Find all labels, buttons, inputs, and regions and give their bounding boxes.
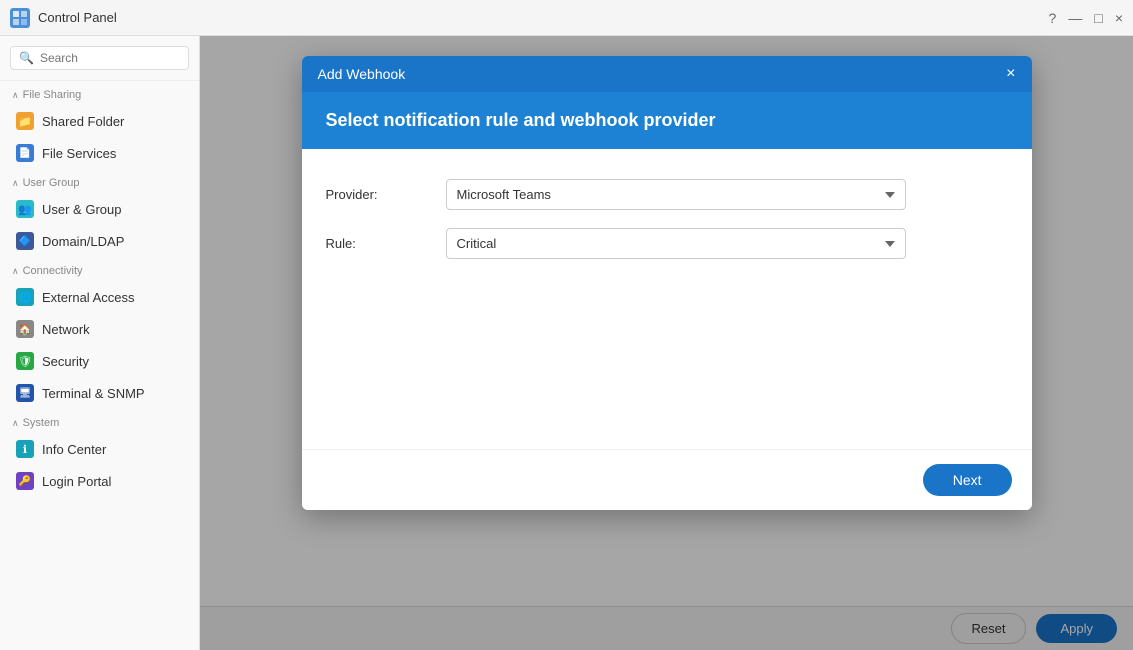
section-label-user-group: User Group (23, 177, 80, 189)
terminal-snmp-icon: 🖥 (16, 384, 34, 402)
login-portal-icon: 🔑 (16, 472, 34, 490)
minimize-button[interactable]: — (1068, 10, 1082, 26)
sidebar-item-network[interactable]: 🏠 Network (0, 313, 199, 345)
info-center-icon: ℹ (16, 440, 34, 458)
titlebar-left: Control Panel (10, 8, 117, 28)
maximize-button[interactable]: □ (1094, 10, 1102, 26)
sidebar-item-external-access[interactable]: 🌐 External Access (0, 281, 199, 313)
sidebar-item-label: User & Group (42, 202, 121, 217)
modal-header: Select notification rule and webhook pro… (302, 92, 1032, 149)
titlebar: Control Panel ? — □ × (0, 0, 1133, 36)
modal-overlay: Add Webhook × Select notification rule a… (200, 36, 1133, 650)
search-input-wrap[interactable]: 🔍 (10, 46, 189, 70)
sidebar-item-security[interactable]: 🛡 Security (0, 345, 199, 377)
provider-select[interactable]: Microsoft Teams Slack Custom (446, 179, 906, 210)
sidebar-item-label: Shared Folder (42, 114, 124, 129)
provider-label: Provider: (326, 187, 446, 202)
help-button[interactable]: ? (1049, 10, 1057, 26)
section-label-file-sharing: File Sharing (23, 89, 82, 101)
rule-select[interactable]: Critical Warning Info All (446, 228, 906, 259)
shared-folder-icon: 📁 (16, 112, 34, 130)
search-icon: 🔍 (19, 51, 34, 65)
app-title: Control Panel (38, 10, 117, 25)
chevron-icon: ∧ (12, 90, 19, 101)
section-header-system[interactable]: ∧ System (0, 409, 199, 433)
modal-footer: Next (302, 449, 1032, 510)
sidebar: 🔍 ∧ File Sharing 📁 Shared Folder 📄 File … (0, 36, 200, 650)
search-box: 🔍 (0, 36, 199, 81)
section-header-connectivity[interactable]: ∧ Connectivity (0, 257, 199, 281)
close-button[interactable]: × (1115, 10, 1123, 26)
sidebar-item-label: Domain/LDAP (42, 234, 124, 249)
sidebar-item-terminal-snmp[interactable]: 🖥 Terminal & SNMP (0, 377, 199, 409)
chevron-icon: ∧ (12, 266, 19, 277)
sidebar-item-label: Terminal & SNMP (42, 386, 145, 401)
section-header-file-sharing[interactable]: ∧ File Sharing (0, 81, 199, 105)
sidebar-item-label: External Access (42, 290, 135, 305)
sidebar-item-label: Info Center (42, 442, 106, 457)
network-icon: 🏠 (16, 320, 34, 338)
section-label-system: System (23, 417, 60, 429)
security-icon: 🛡 (16, 352, 34, 370)
file-services-icon: 📄 (16, 144, 34, 162)
rule-label: Rule: (326, 236, 446, 251)
rule-row: Rule: Critical Warning Info All (326, 228, 1008, 259)
sidebar-item-label: Network (42, 322, 90, 337)
sidebar-item-domain-ldap[interactable]: 🔷 Domain/LDAP (0, 225, 199, 257)
modal-dialog: Add Webhook × Select notification rule a… (302, 56, 1032, 510)
app-icon (10, 8, 30, 28)
modal-body: Provider: Microsoft Teams Slack Custom R… (302, 149, 1032, 449)
sidebar-item-label: Security (42, 354, 89, 369)
sidebar-item-info-center[interactable]: ℹ Info Center (0, 433, 199, 465)
sidebar-item-login-portal[interactable]: 🔑 Login Portal (0, 465, 199, 497)
content-area: Add Webhook × Select notification rule a… (200, 36, 1133, 650)
user-group-icon: 👥 (16, 200, 34, 218)
sidebar-item-shared-folder[interactable]: 📁 Shared Folder (0, 105, 199, 137)
search-input[interactable] (40, 51, 180, 65)
next-button[interactable]: Next (923, 464, 1012, 496)
domain-ldap-icon: 🔷 (16, 232, 34, 250)
main-layout: 🔍 ∧ File Sharing 📁 Shared Folder 📄 File … (0, 36, 1133, 650)
sidebar-item-label: File Services (42, 146, 116, 161)
chevron-icon: ∧ (12, 178, 19, 189)
modal-header-title: Select notification rule and webhook pro… (326, 110, 1008, 131)
sidebar-item-label: Login Portal (42, 474, 111, 489)
modal-titlebar: Add Webhook × (302, 56, 1032, 92)
provider-row: Provider: Microsoft Teams Slack Custom (326, 179, 1008, 210)
section-header-user-group[interactable]: ∧ User Group (0, 169, 199, 193)
modal-title: Add Webhook (318, 66, 406, 82)
chevron-icon: ∧ (12, 418, 19, 429)
external-access-icon: 🌐 (16, 288, 34, 306)
section-label-connectivity: Connectivity (23, 265, 83, 277)
sidebar-item-file-services[interactable]: 📄 File Services (0, 137, 199, 169)
titlebar-controls: ? — □ × (1049, 10, 1123, 26)
modal-close-button[interactable]: × (1006, 66, 1015, 82)
sidebar-item-user-group[interactable]: 👥 User & Group (0, 193, 199, 225)
